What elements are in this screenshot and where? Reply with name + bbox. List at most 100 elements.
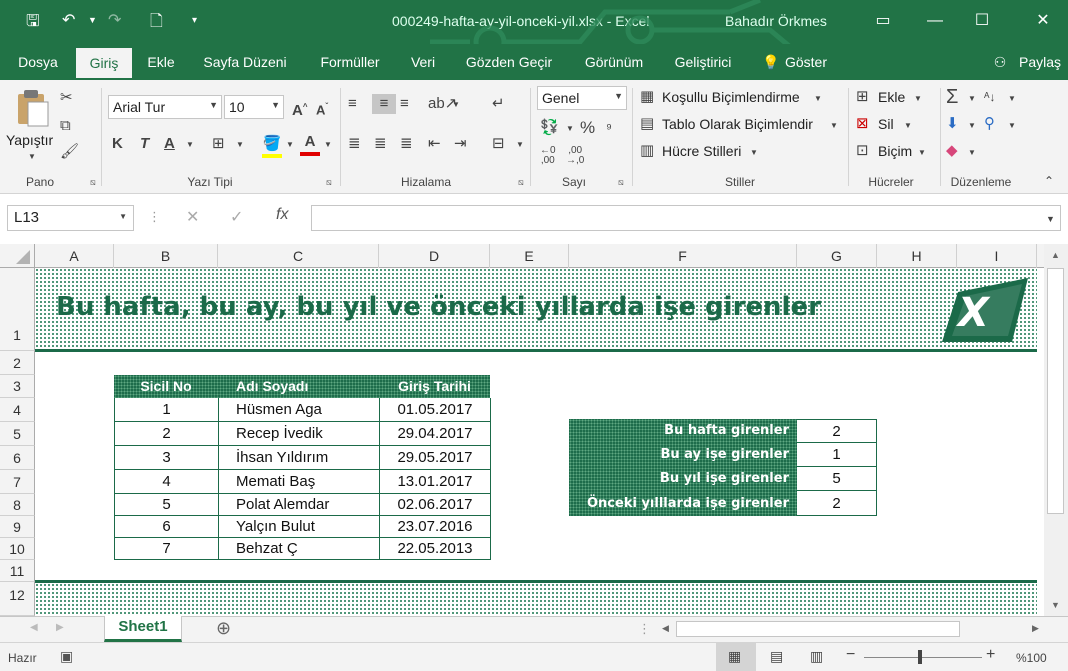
insert-dropdown-icon[interactable]: ▼: [914, 94, 922, 103]
column-header[interactable]: G: [797, 244, 877, 268]
horizontal-scroll-thumb[interactable]: [676, 621, 960, 637]
tab-dosya[interactable]: Dosya: [8, 44, 68, 80]
customize-toolbar-icon[interactable]: ▾: [192, 15, 197, 26]
format-as-table-icon[interactable]: ▤: [640, 114, 654, 134]
cell-adi-soyadi[interactable]: Polat Alemdar: [219, 494, 380, 516]
cut-icon[interactable]: ✂: [60, 88, 73, 108]
align-center-icon[interactable]: ≣: [374, 134, 387, 154]
row-header[interactable]: 11: [0, 560, 35, 582]
accounting-format-icon[interactable]: 💱: [540, 118, 559, 138]
summary-label[interactable]: Önceki yılllarda işe girenler: [569, 491, 789, 516]
insert-function-icon[interactable]: fx: [276, 206, 288, 224]
underline-dropdown-icon[interactable]: ▼: [186, 140, 194, 149]
row-header[interactable]: 1: [0, 268, 35, 351]
font-size-combo[interactable]: 10 ▼: [224, 95, 284, 119]
scroll-up-icon[interactable]: ▲: [1051, 250, 1060, 260]
column-header[interactable]: F: [569, 244, 797, 268]
tab-giris[interactable]: Giriş: [76, 48, 132, 80]
vertical-scrollbar[interactable]: ▲ ▼: [1044, 244, 1068, 616]
cell-adi-soyadi[interactable]: Memati Baş: [219, 470, 380, 494]
macro-record-icon[interactable]: ▣: [60, 648, 73, 665]
row-header[interactable]: 10: [0, 538, 35, 560]
share-button[interactable]: Paylaş: [1016, 44, 1064, 80]
underline-button[interactable]: A: [164, 134, 175, 154]
paste-icon[interactable]: [14, 88, 50, 128]
format-cells-icon[interactable]: ⊡: [856, 141, 869, 161]
row-header[interactable]: 9: [0, 516, 35, 538]
decrease-decimal-icon[interactable]: ,00 →,0: [566, 146, 584, 166]
page-layout-view-icon[interactable]: ▤: [770, 648, 783, 665]
tab-gozden-gecir[interactable]: Gözden Geçir: [458, 44, 560, 80]
font-name-combo[interactable]: Arial Tur ▼: [108, 95, 222, 119]
align-top-icon[interactable]: ≡: [348, 94, 357, 114]
column-header[interactable]: B: [114, 244, 218, 268]
cell-sicil-no[interactable]: 5: [115, 494, 219, 516]
font-color-dropdown-icon[interactable]: ▼: [324, 140, 332, 149]
maximize-button[interactable]: ☐: [967, 8, 997, 34]
align-right-icon[interactable]: ≣: [400, 134, 413, 154]
cell-styles-button[interactable]: Hücre Stilleri: [662, 143, 741, 159]
scroll-down-icon[interactable]: ▼: [1051, 600, 1060, 610]
undo-dropdown-icon[interactable]: ▼: [88, 15, 97, 25]
format-as-table-button[interactable]: Tablo Olarak Biçimlendir: [662, 116, 813, 132]
percent-style-icon[interactable]: %: [580, 118, 595, 138]
tab-gelistirici[interactable]: Geliştirici: [666, 44, 740, 80]
tab-veri[interactable]: Veri: [404, 44, 442, 80]
zoom-slider-track[interactable]: [864, 657, 982, 658]
summary-value[interactable]: 5: [797, 467, 877, 491]
sort-filter-dropdown-icon[interactable]: ▼: [1008, 94, 1016, 103]
format-dropdown-icon[interactable]: ▼: [918, 148, 926, 157]
cell-styles-icon[interactable]: ▥: [640, 141, 654, 161]
bold-button[interactable]: K: [112, 134, 123, 154]
cell-giris-tarihi[interactable]: 23.07.2016: [380, 516, 491, 538]
summary-label[interactable]: Bu hafta girenler: [569, 419, 789, 443]
find-dropdown-icon[interactable]: ▼: [1008, 121, 1016, 130]
align-bottom-icon[interactable]: ≡: [400, 94, 409, 114]
number-launcher-icon[interactable]: ⧅: [618, 177, 624, 188]
tab-formuller[interactable]: Formüller: [310, 44, 390, 80]
next-sheet-icon[interactable]: ▶: [56, 622, 64, 633]
row-header[interactable]: 6: [0, 446, 35, 470]
decrease-font-icon[interactable]: Aˇ: [316, 97, 328, 120]
fill-icon[interactable]: ⬇: [946, 114, 959, 134]
cell-giris-tarihi[interactable]: 22.05.2013: [380, 538, 491, 560]
expand-formula-bar-icon[interactable]: ▼: [1046, 214, 1055, 224]
name-box-dropdown-icon[interactable]: ▼: [119, 212, 127, 221]
increase-font-icon[interactable]: A^: [292, 97, 308, 121]
cell-styles-dropdown-icon[interactable]: ▼: [750, 148, 758, 157]
borders-dropdown-icon[interactable]: ▼: [236, 140, 244, 149]
find-select-icon[interactable]: ⚲: [984, 114, 995, 134]
formula-input[interactable]: [311, 205, 1061, 231]
tab-sayfa-duzeni[interactable]: Sayfa Düzeni: [195, 44, 295, 80]
collapse-ribbon-icon[interactable]: ⌃: [1044, 174, 1054, 188]
clear-icon[interactable]: ◆: [946, 141, 958, 161]
undo-icon[interactable]: ↶: [62, 10, 75, 30]
comma-style-icon[interactable]: ⁹: [606, 118, 612, 138]
cell-sicil-no[interactable]: 1: [115, 398, 219, 422]
cell-giris-tarihi[interactable]: 29.05.2017: [380, 446, 491, 470]
cell-sicil-no[interactable]: 2: [115, 422, 219, 446]
italic-button[interactable]: T: [140, 134, 149, 154]
row-header[interactable]: 2: [0, 351, 35, 375]
cell-sicil-no[interactable]: 4: [115, 470, 219, 494]
merge-center-icon[interactable]: ⊟: [492, 134, 505, 154]
fill-color-dropdown-icon[interactable]: ▼: [286, 140, 294, 149]
scroll-right-icon[interactable]: ▶: [1032, 623, 1039, 634]
tab-goster[interactable]: Göster: [782, 44, 830, 80]
select-all-corner[interactable]: [0, 244, 35, 268]
zoom-out-icon[interactable]: −: [846, 646, 855, 664]
row-header[interactable]: 7: [0, 470, 35, 494]
paste-dropdown-icon[interactable]: ▼: [28, 152, 36, 161]
alignment-launcher-icon[interactable]: ⧅: [518, 177, 524, 188]
summary-label[interactable]: Bu yıl işe girenler: [569, 467, 789, 491]
row-header[interactable]: 12: [0, 582, 35, 616]
zoom-slider-thumb[interactable]: [918, 650, 922, 664]
merge-dropdown-icon[interactable]: ▼: [516, 140, 524, 149]
font-color-icon[interactable]: A: [300, 132, 320, 156]
cell-giris-tarihi[interactable]: 02.06.2017: [380, 494, 491, 516]
scroll-left-icon[interactable]: ◀: [662, 623, 669, 634]
borders-icon[interactable]: ⊞: [212, 134, 225, 154]
summary-value[interactable]: 1: [797, 443, 877, 467]
align-left-icon[interactable]: ≣: [348, 134, 361, 154]
summary-value[interactable]: 2: [797, 419, 877, 443]
